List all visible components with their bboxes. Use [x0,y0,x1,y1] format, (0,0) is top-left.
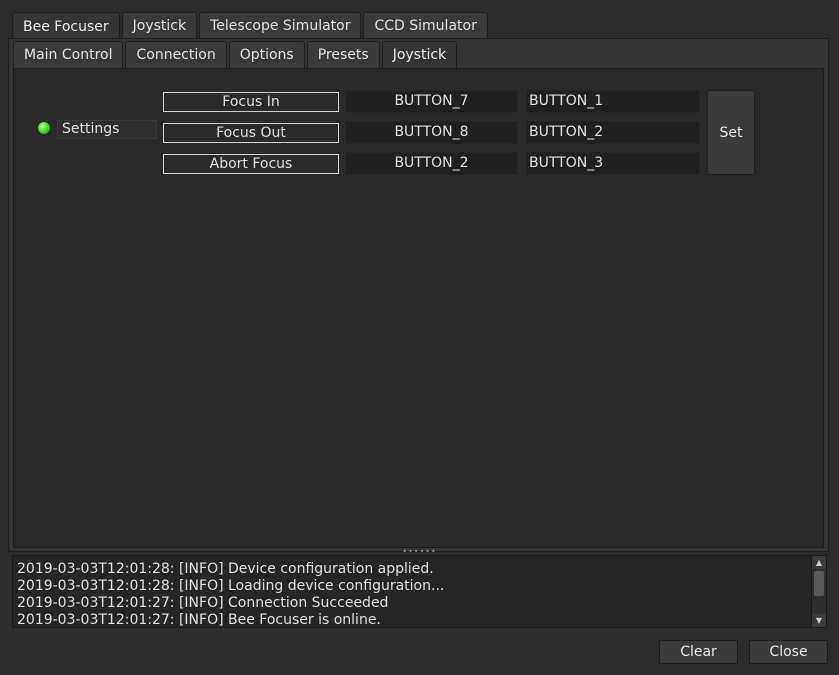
scroll-up-icon[interactable]: ▲ [812,556,826,569]
focus-in-current-value: BUTTON_7 [345,90,518,113]
device-tab-bar: Bee Focuser Joystick Telescope Simulator… [12,12,490,40]
tab-bee-focuser[interactable]: Bee Focuser [12,12,120,40]
tab-ccd-simulator[interactable]: CCD Simulator [363,12,488,39]
set-button[interactable]: Set [707,90,755,175]
focus-out-input[interactable]: BUTTON_2 [526,121,700,144]
tab-connection[interactable]: Connection [125,41,227,68]
log-line: 2019-03-03T12:01:28: [INFO] Device confi… [17,561,434,577]
focus-in-input[interactable]: BUTTON_1 [526,90,700,113]
tab-joystick[interactable]: Joystick [121,12,198,39]
log-line: 2019-03-03T12:01:27: [INFO] Bee Focuser … [17,612,381,628]
log-scrollbar[interactable]: ▲ ▼ [811,556,826,627]
focus-out-current-value: BUTTON_8 [345,121,518,144]
tab-telescope-simulator[interactable]: Telescope Simulator [199,12,362,39]
tab-main-control[interactable]: Main Control [13,41,124,68]
close-button[interactable]: Close [749,640,828,664]
abort-focus-input[interactable]: BUTTON_3 [526,152,700,175]
message-log[interactable]: 2019-03-03T12:01:28: [INFO] Device confi… [12,555,827,628]
focus-in-label: Focus In [163,92,339,112]
joystick-group-panel: Settings Focus In BUTTON_7 BUTTON_1 Focu… [13,68,824,548]
scroll-down-icon[interactable]: ▼ [812,614,826,627]
abort-focus-label: Abort Focus [163,154,339,174]
log-line: 2019-03-03T12:01:28: [INFO] Loading devi… [17,578,445,594]
log-line: 2019-03-03T12:01:27: [INFO] Connection S… [17,595,389,611]
scroll-thumb[interactable] [814,571,824,596]
tab-joystick-group[interactable]: Joystick [381,41,458,68]
settings-property-label: Settings [57,120,157,139]
tab-options[interactable]: Options [228,41,305,68]
tab-presets[interactable]: Presets [306,41,380,68]
focus-out-label: Focus Out [163,123,339,143]
clear-button[interactable]: Clear [659,640,738,664]
device-panel: Main Control Connection Options Presets … [8,38,829,552]
group-tab-bar: Main Control Connection Options Presets … [13,41,459,68]
abort-focus-current-value: BUTTON_2 [345,152,518,175]
status-led-icon [38,122,50,134]
